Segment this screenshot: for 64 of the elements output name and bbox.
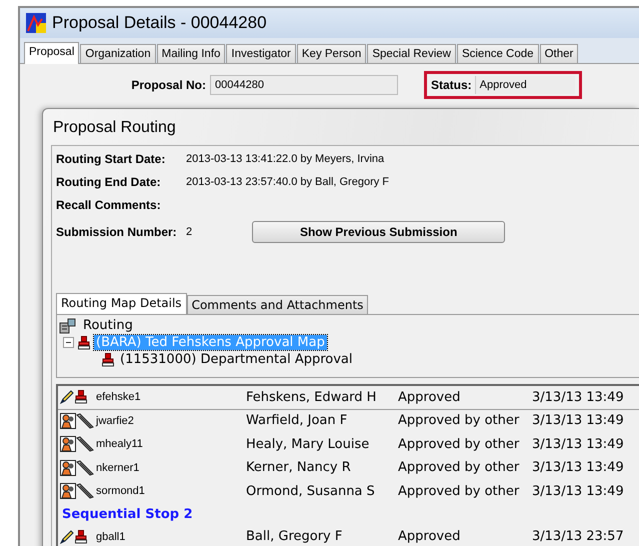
status-cell-text: Approved (398, 390, 462, 405)
date-cell-text: 3/13/13 13:49 (532, 436, 625, 452)
pen-icon (60, 530, 74, 544)
stamp-icon (102, 352, 114, 366)
tab[interactable]: Mailing Info (156, 44, 226, 63)
user-id-cell-text: gball1 (96, 530, 126, 543)
window-title: Proposal Details - 00044280 (52, 13, 267, 33)
status-cell-text: Approved by other (398, 413, 520, 428)
people-with-pen-icon (60, 460, 94, 476)
tab[interactable]: Other (540, 44, 578, 63)
status-cell-text: Approved by other (398, 484, 520, 499)
user-id-cell-text: mhealy11 (96, 438, 144, 450)
status-cell-text: Approved by other (398, 436, 520, 452)
tab[interactable]: Investigator (226, 44, 296, 63)
user-id-cell-text: nkerner1 (96, 462, 140, 474)
user-id-cell-text: jwarfie2 (96, 414, 135, 427)
date-cell-text: 3/13/13 13:49 (532, 460, 625, 476)
user-id-cell-text: sormond1 (96, 485, 146, 498)
tab[interactable]: Key Person (296, 44, 366, 63)
field-value: 2 (186, 226, 192, 238)
status-cell-text: Approved by other (398, 460, 520, 476)
stamp-icon (75, 390, 87, 404)
tab[interactable]: Comments and Attachments (186, 295, 368, 314)
name-cell-text: Kerner, Nancy R (246, 460, 352, 476)
dialog-title: Proposal Routing (52, 118, 177, 138)
people-with-pen-icon (60, 483, 94, 500)
app-icon (26, 13, 46, 33)
date-cell-text: 3/13/13 23:57 (532, 529, 625, 544)
tree-item[interactable]: Routing (81, 318, 135, 333)
field-label: Recall Comments: (56, 198, 162, 212)
name-cell-text: Fehskens, Edward H (246, 390, 378, 405)
stamp-icon (75, 530, 87, 544)
tab[interactable]: Routing Map Details (56, 293, 187, 314)
date-cell-text: 3/13/13 13:49 (532, 484, 625, 499)
network-icon (59, 318, 77, 334)
stop-heading: Sequential Stop 2 (61, 506, 194, 524)
tab[interactable]: Science Code (456, 44, 539, 63)
tab[interactable]: Special Review (367, 44, 456, 63)
date-cell-text: 3/13/13 13:49 (532, 390, 625, 405)
field-label: Status: (431, 78, 472, 92)
people-with-pen-icon (60, 436, 94, 452)
field-value: 2013-03-13 23:57:40.0 by Ball, Gregory F (186, 176, 390, 188)
collapse-toggle[interactable] (63, 337, 74, 348)
field-value: 2013-03-13 13:41:22.0 by Meyers, Irvina (186, 153, 386, 165)
proposal-number-field[interactable]: 00044280 (210, 75, 398, 95)
people-with-pen-icon (60, 412, 94, 429)
pen-icon (60, 390, 74, 404)
name-cell-text: Healy, Mary Louise (246, 436, 370, 452)
field-label: Routing Start Date: (56, 152, 166, 166)
name-cell-text: Warfield, Joan F (246, 413, 348, 428)
status-field[interactable]: Approved (474, 76, 575, 94)
field-label: Routing End Date: (56, 175, 162, 189)
user-id-cell-text: efehske1 (96, 391, 142, 404)
status-cell-text: Approved (398, 529, 462, 544)
date-cell-text: 3/13/13 13:49 (532, 413, 625, 428)
tree-item[interactable]: (11531000) Departmental Approval (118, 352, 355, 367)
tab[interactable]: Organization (80, 44, 156, 63)
stamp-icon (78, 336, 90, 350)
name-cell-text: Ball, Gregory F (246, 529, 344, 544)
field-label: Proposal No: (130, 78, 207, 92)
show-previous-button[interactable]: Show Previous Submission (252, 221, 506, 243)
name-cell-text: Ormond, Susanna S (246, 484, 376, 499)
field-label: Submission Number: (56, 225, 178, 239)
tab[interactable]: Proposal (24, 42, 80, 64)
